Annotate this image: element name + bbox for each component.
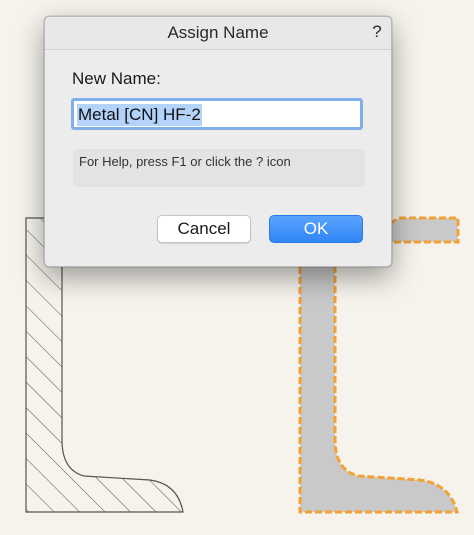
- new-name-selected-text: Metal [CN] HF-2: [77, 104, 202, 126]
- help-info-box: For Help, press F1 or click the ? icon: [73, 149, 365, 187]
- help-text: For Help, press F1 or click the ? icon: [79, 154, 291, 169]
- cancel-button[interactable]: Cancel: [157, 215, 251, 243]
- new-name-label: New Name:: [72, 69, 161, 88]
- ok-button[interactable]: OK: [269, 215, 363, 243]
- dialog-titlebar[interactable]: Assign Name ?: [45, 17, 391, 50]
- assign-name-dialog: Assign Name ? New Name: Metal [CN] HF-2 …: [44, 16, 392, 267]
- help-icon[interactable]: ?: [369, 22, 385, 42]
- dialog-title: Assign Name: [167, 23, 269, 42]
